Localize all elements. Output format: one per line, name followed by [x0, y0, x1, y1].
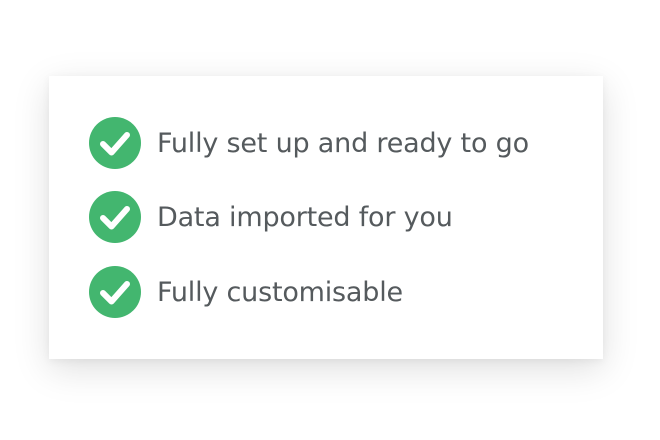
check-circle-icon: [89, 191, 141, 243]
list-item: Fully customisable: [89, 266, 403, 318]
check-circle-icon: [89, 117, 141, 169]
feature-label: Fully customisable: [157, 276, 403, 308]
list-item: Data imported for you: [89, 191, 453, 243]
feature-label: Data imported for you: [157, 201, 453, 233]
feature-label: Fully set up and ready to go: [157, 127, 529, 159]
list-item: Fully set up and ready to go: [89, 117, 529, 169]
check-circle-icon: [89, 266, 141, 318]
feature-card: Fully set up and ready to go Data import…: [49, 76, 603, 359]
